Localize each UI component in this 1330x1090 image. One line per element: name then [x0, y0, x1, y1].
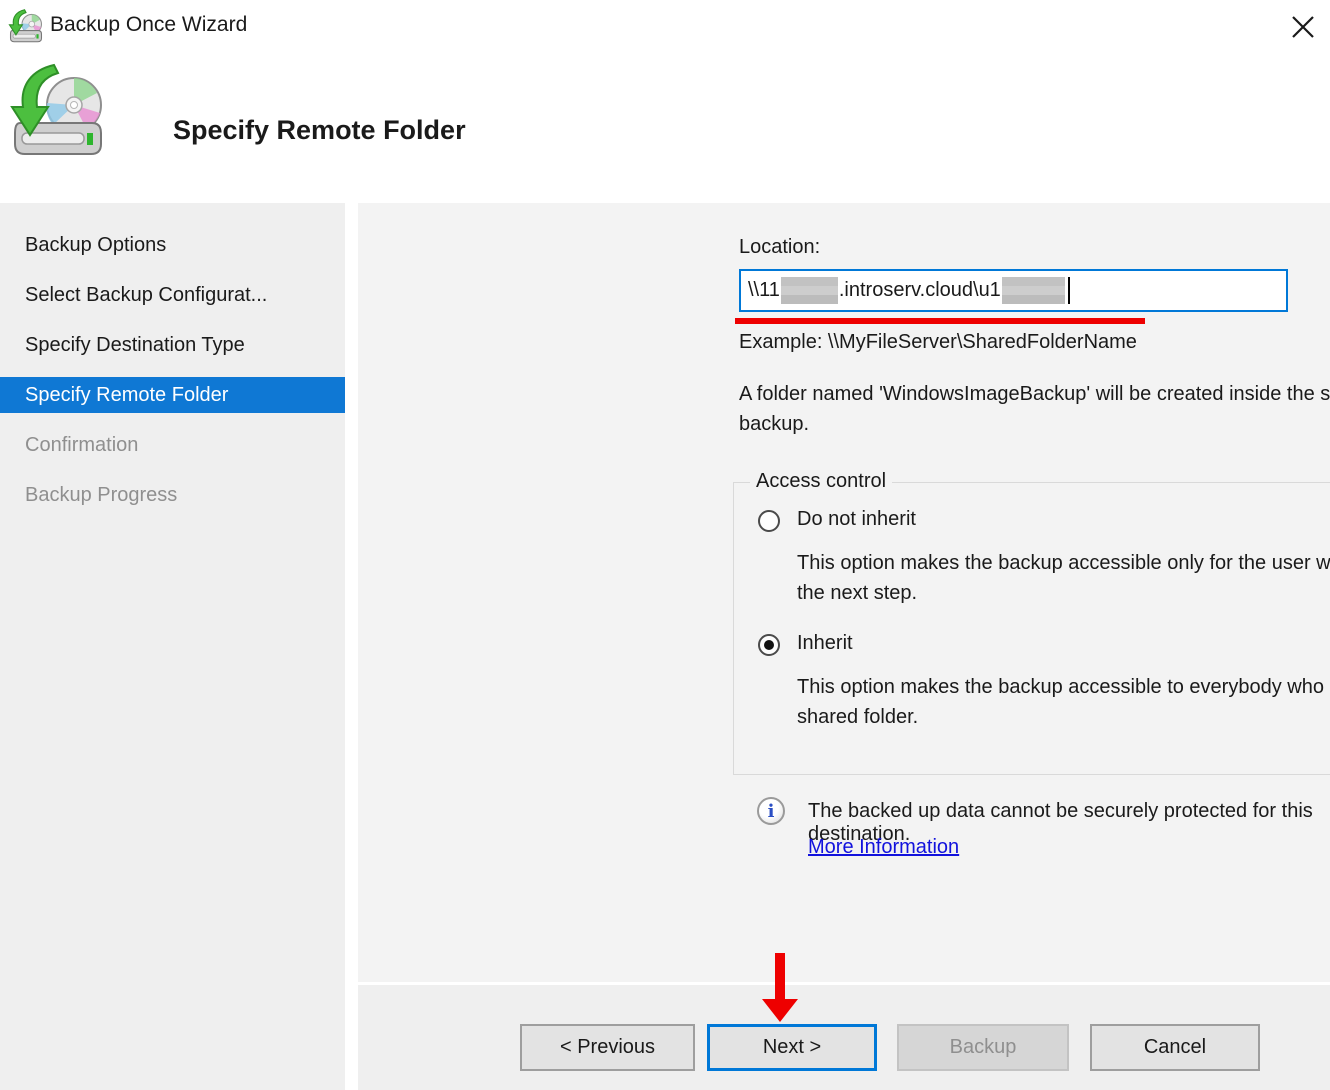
- close-icon[interactable]: [1282, 6, 1324, 48]
- folder-note-text: A folder named 'WindowsImageBackup' will…: [739, 379, 1330, 439]
- location-input[interactable]: \\11 .introserv.cloud\u1: [739, 269, 1288, 312]
- example-text: Example: \\MyFileServer\SharedFolderName: [739, 331, 1137, 354]
- sidebar-item-destination-type[interactable]: Specify Destination Type: [0, 327, 345, 363]
- backup-app-icon: [8, 9, 44, 45]
- text-caret: [1068, 277, 1070, 304]
- wizard-header: Specify Remote Folder: [0, 55, 1330, 203]
- info-icon: i: [757, 797, 785, 825]
- red-underline-annotation: [735, 318, 1145, 324]
- main-panel: Location: \\11 .introserv.cloud\u1 Exampl…: [358, 203, 1330, 982]
- location-value-middle: .introserv.cloud\u1: [839, 279, 1001, 302]
- backup-once-wizard-window: Backup Once Wizard Specify Remote Folder…: [0, 0, 1330, 1090]
- sidebar-item-backup-options[interactable]: Backup Options: [0, 227, 345, 263]
- redacted-block: [1002, 277, 1065, 304]
- sidebar-item-confirmation: Confirmation: [0, 427, 345, 463]
- inherit-description: This option makes the backup accessible …: [797, 672, 1330, 732]
- sidebar-item-select-configuration[interactable]: Select Backup Configurat...: [0, 277, 345, 313]
- location-value-prefix: \\11: [748, 279, 780, 302]
- title-bar: Backup Once Wizard: [0, 0, 1330, 55]
- wizard-steps-sidebar: Backup Options Select Backup Configurat.…: [0, 203, 345, 1090]
- backup-disk-icon: [8, 63, 108, 163]
- previous-button[interactable]: < Previous: [520, 1024, 695, 1071]
- more-information-link[interactable]: More Information: [808, 836, 959, 859]
- do-not-inherit-label[interactable]: Do not inherit: [797, 508, 916, 531]
- sidebar-divider: [345, 203, 358, 1090]
- backup-button[interactable]: Backup: [897, 1024, 1069, 1071]
- sidebar-item-backup-progress: Backup Progress: [0, 477, 345, 513]
- button-bar: < Previous Next > Backup Cancel: [358, 982, 1330, 1090]
- do-not-inherit-radio[interactable]: [758, 510, 780, 532]
- window-title: Backup Once Wizard: [50, 13, 247, 37]
- next-button[interactable]: Next >: [707, 1024, 877, 1071]
- inherit-label[interactable]: Inherit: [797, 632, 853, 655]
- access-control-group: Access control Do not inherit This optio…: [733, 482, 1330, 775]
- access-control-legend: Access control: [750, 470, 892, 493]
- do-not-inherit-description: This option makes the backup accessible …: [797, 548, 1330, 608]
- cancel-button[interactable]: Cancel: [1090, 1024, 1260, 1071]
- sidebar-item-remote-folder-current[interactable]: Specify Remote Folder: [0, 377, 345, 413]
- redacted-block: [781, 277, 838, 304]
- location-label: Location:: [739, 236, 820, 259]
- inherit-radio[interactable]: [758, 634, 780, 656]
- page-title: Specify Remote Folder: [173, 115, 466, 146]
